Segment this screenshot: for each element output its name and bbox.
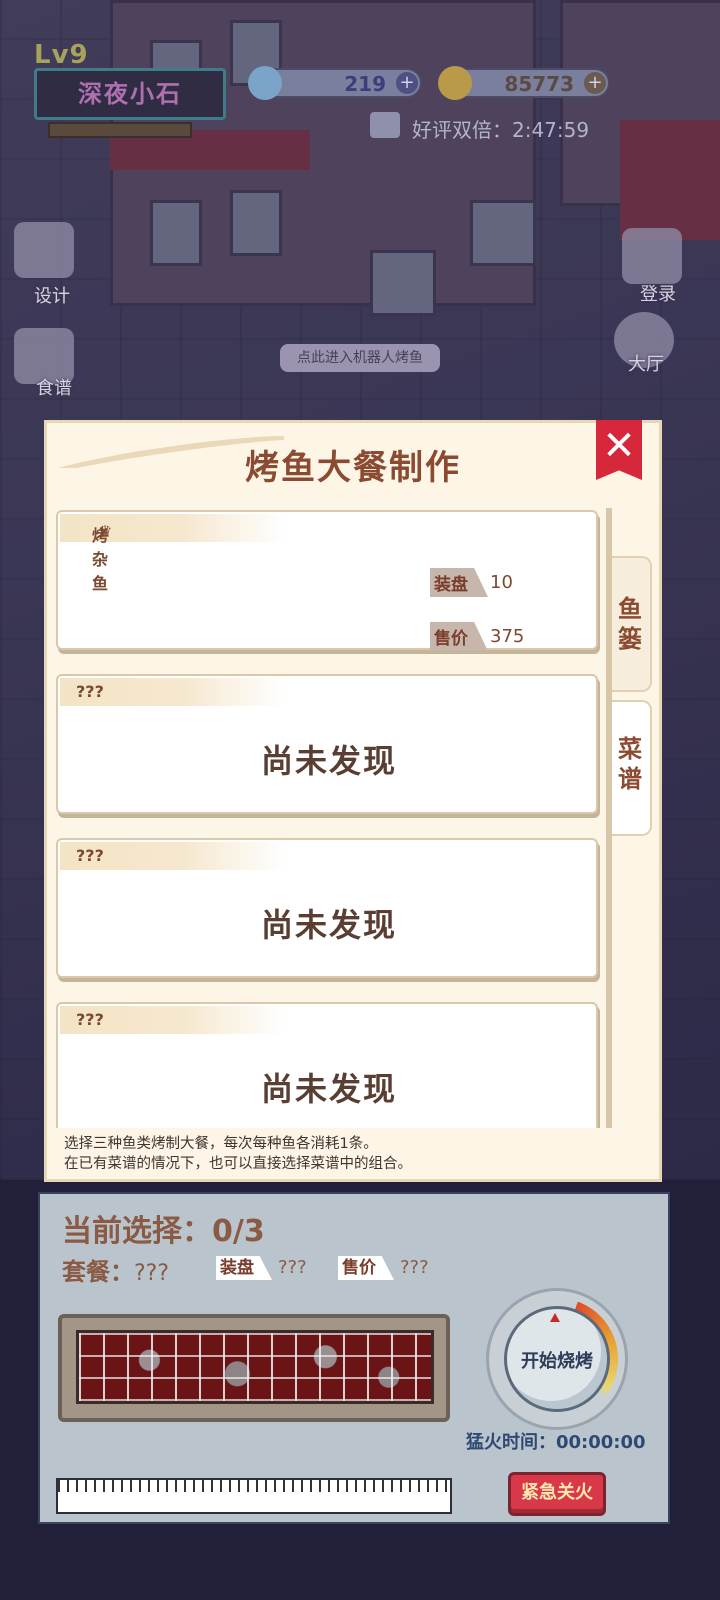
double-reward-timer: 好评双倍：2:47:59 bbox=[412, 118, 590, 142]
start-grill-button[interactable]: 开始烧烤 bbox=[504, 1306, 610, 1412]
experience-bar bbox=[48, 122, 192, 138]
player-level: Lv9 bbox=[34, 40, 89, 70]
chef-hat-icon[interactable] bbox=[14, 222, 74, 278]
emergency-off-label: 紧急关火 bbox=[521, 1482, 593, 1503]
plate-value: 10 bbox=[490, 572, 513, 593]
instructions-line: 在已有菜谱的情况下，也可以直接选择菜谱中的组合。 bbox=[64, 1156, 412, 1172]
dial-pointer-icon bbox=[550, 1313, 560, 1322]
plate-tag: 装盘 bbox=[430, 568, 488, 597]
tab-recipes[interactable]: 菜谱 bbox=[610, 700, 652, 836]
undiscovered-label: 尚未发现 bbox=[260, 906, 397, 944]
undiscovered-label: 尚未发现 bbox=[260, 742, 397, 780]
dialog-title: 烤鱼大餐制作 bbox=[245, 448, 461, 488]
coin-counter: 85773 + bbox=[438, 66, 610, 100]
price-tag: 售价 bbox=[430, 622, 488, 651]
player-name-box[interactable]: 深夜小石 bbox=[34, 68, 226, 120]
progress-ruler bbox=[56, 1478, 452, 1514]
emergency-off-button[interactable]: 紧急关火 bbox=[508, 1472, 606, 1516]
undiscovered-label: 尚未发现 bbox=[260, 1070, 397, 1108]
meal-info: 套餐：??? bbox=[62, 1252, 169, 1287]
recipe-card[interactable]: ??? 尚未发现 bbox=[56, 1002, 598, 1128]
tab-fish-basket-label: 鱼篓 bbox=[618, 595, 642, 653]
recipe-card[interactable]: ??? 尚未发现 bbox=[56, 674, 598, 814]
instructions-text: 选择三种鱼类烤制大餐，每次每种鱼各消耗1条。 在已有菜谱的情况下，也可以直接选择… bbox=[64, 1134, 624, 1174]
thumbs-up-icon bbox=[370, 112, 400, 138]
recipe-list[interactable]: 烤杂鱼 ♛ 装盘 10 售价 375 ??? 尚未发现 ??? 尚未发现 ??? 尚未… bbox=[56, 508, 612, 1128]
meal-value: ??? bbox=[134, 1261, 170, 1286]
coin-icon bbox=[438, 66, 472, 100]
coin-value: 85773 bbox=[504, 72, 574, 96]
crown-icon: ♛ bbox=[98, 522, 113, 541]
plate-row: 装盘 10 bbox=[430, 568, 513, 597]
tab-recipes-label: 菜谱 bbox=[618, 735, 642, 793]
tab-fish-basket[interactable]: 鱼篓 bbox=[610, 556, 652, 692]
robot-bubble[interactable]: 点此进入机器人烤鱼 bbox=[280, 344, 440, 372]
price-row: 售价 375 bbox=[430, 622, 525, 651]
hall-label[interactable]: 大厅 bbox=[628, 350, 664, 376]
price-value: 375 bbox=[490, 626, 525, 647]
add-coin-button[interactable]: + bbox=[584, 72, 606, 94]
add-diamond-button[interactable]: + bbox=[396, 72, 418, 94]
start-grill-label: 开始烧烤 bbox=[521, 1351, 593, 1372]
current-selection: 当前选择：0/3 bbox=[62, 1214, 265, 1249]
recipes-label[interactable]: 食谱 bbox=[36, 374, 72, 400]
instructions-line: 选择三种鱼类烤制大餐，每次每种鱼各消耗1条。 bbox=[64, 1136, 378, 1152]
close-icon: ✕ bbox=[602, 423, 636, 469]
diamond-value: 219 bbox=[344, 72, 386, 96]
meal-label: 套餐： bbox=[62, 1258, 134, 1286]
diamond-counter: 219 + bbox=[248, 66, 422, 100]
design-label[interactable]: 设计 bbox=[34, 282, 70, 308]
recipe-name: ??? bbox=[76, 846, 104, 865]
recipe-name: ??? bbox=[76, 682, 104, 701]
fire-time: 猛火时间：00:00:00 bbox=[466, 1432, 646, 1453]
recipe-card[interactable]: ??? 尚未发现 bbox=[56, 838, 598, 978]
calendar-icon[interactable] bbox=[622, 228, 682, 284]
diamond-icon bbox=[248, 66, 282, 100]
grill-rack[interactable] bbox=[76, 1330, 434, 1404]
recipe-card-header: 烤杂鱼 ♛ bbox=[60, 514, 285, 593]
panel-price-value: ??? bbox=[400, 1257, 429, 1278]
player-name: 深夜小石 bbox=[78, 80, 182, 108]
recipe-card[interactable]: 烤杂鱼 ♛ 装盘 10 售价 375 bbox=[56, 510, 598, 651]
recipe-card-header: ??? bbox=[60, 1006, 285, 1034]
recipe-name: ??? bbox=[76, 1010, 104, 1029]
signin-label[interactable]: 登录 bbox=[640, 280, 676, 306]
recipe-card-header: ??? bbox=[60, 842, 285, 870]
recipe-card-header: ??? bbox=[60, 678, 285, 706]
panel-plate-value: ??? bbox=[278, 1257, 307, 1278]
